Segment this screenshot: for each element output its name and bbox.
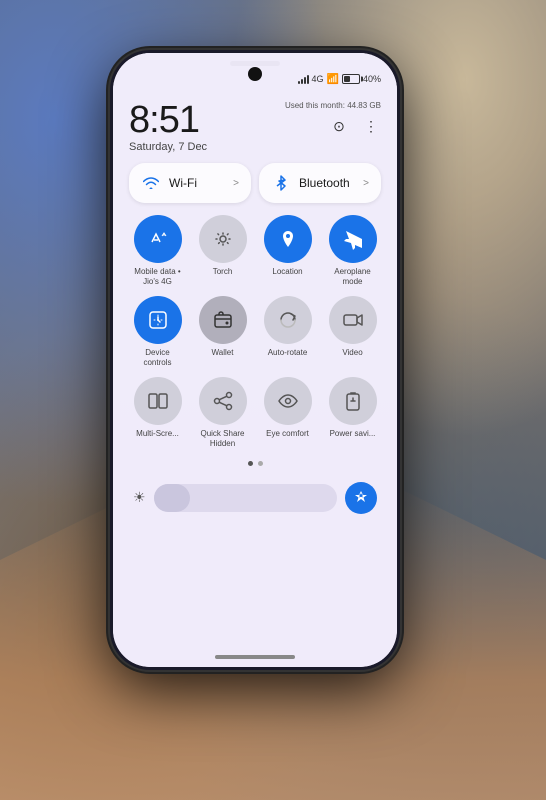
multi-screen-label: Multi-Scre... bbox=[136, 429, 179, 439]
bluetooth-label: Bluetooth bbox=[299, 176, 355, 190]
dot-2 bbox=[258, 461, 263, 466]
top-right-icons: Used this month: 44.83 GB ⊙ ⋮ bbox=[285, 101, 381, 136]
screen: 4G 📶 40% 8:51 Saturda bbox=[113, 53, 397, 667]
brightness-settings-btn[interactable] bbox=[345, 482, 377, 514]
header-icons-row: ⊙ ⋮ bbox=[329, 116, 381, 136]
battery-percent: 40% bbox=[363, 74, 381, 84]
mobile-data-control[interactable]: Mobile data •Jio's 4G bbox=[129, 215, 186, 286]
device-controls-label: Devicecontrols bbox=[143, 348, 171, 367]
quick-tiles: Wi-Fi > Bluetooth > bbox=[129, 163, 381, 203]
auto-rotate-btn[interactable] bbox=[264, 296, 312, 344]
mobile-data-btn[interactable] bbox=[134, 215, 182, 263]
phone-inner: 4G 📶 40% 8:51 Saturda bbox=[113, 53, 397, 667]
aeroplane-btn[interactable] bbox=[329, 215, 377, 263]
power-save-btn[interactable] bbox=[329, 377, 377, 425]
scene: 4G 📶 40% 8:51 Saturda bbox=[0, 0, 546, 800]
brightness-fill bbox=[154, 484, 191, 512]
eye-comfort-btn[interactable] bbox=[264, 377, 312, 425]
location-btn[interactable] bbox=[264, 215, 312, 263]
aeroplane-label: Aeroplanemode bbox=[334, 267, 370, 286]
controls-row-2: Devicecontrols Walle bbox=[129, 296, 381, 367]
brightness-low-icon: ☀ bbox=[133, 489, 146, 506]
multi-screen-btn[interactable] bbox=[134, 377, 182, 425]
device-controls-control[interactable]: Devicecontrols bbox=[129, 296, 186, 367]
auto-rotate-label: Auto-rotate bbox=[268, 348, 308, 358]
time-block: 8:51 Saturday, 7 Dec bbox=[129, 101, 207, 153]
dot-1 bbox=[248, 461, 253, 466]
wallet-label: Wallet bbox=[212, 348, 234, 358]
time-display: 8:51 bbox=[129, 101, 207, 139]
location-label: Location bbox=[272, 267, 302, 277]
aeroplane-control[interactable]: Aeroplanemode bbox=[324, 215, 381, 286]
date-display: Saturday, 7 Dec bbox=[129, 141, 207, 153]
brightness-slider[interactable] bbox=[154, 484, 337, 512]
wifi-icon bbox=[141, 173, 161, 193]
status-icons: 4G 📶 40% bbox=[298, 74, 381, 85]
wifi-label: Wi-Fi bbox=[169, 176, 225, 190]
wifi-tile[interactable]: Wi-Fi > bbox=[129, 163, 251, 203]
power-save-label: Power savi... bbox=[330, 429, 376, 439]
location-control[interactable]: Location bbox=[259, 215, 316, 286]
signal-icon bbox=[298, 74, 309, 84]
quick-share-label: Quick ShareHidden bbox=[200, 429, 244, 448]
torch-label: Torch bbox=[213, 267, 233, 277]
mobile-data-label: Mobile data •Jio's 4G bbox=[134, 267, 180, 286]
controls-row-1: Mobile data •Jio's 4G Torch bbox=[129, 215, 381, 286]
home-indicator[interactable] bbox=[215, 655, 295, 659]
bluetooth-arrow: > bbox=[363, 178, 369, 189]
device-controls-btn[interactable] bbox=[134, 296, 182, 344]
battery-icon bbox=[342, 74, 360, 84]
front-camera bbox=[248, 67, 262, 81]
camera-icon[interactable]: ⊙ bbox=[329, 116, 349, 136]
video-btn[interactable] bbox=[329, 296, 377, 344]
wifi-status-icon: 📶 bbox=[327, 74, 339, 85]
more-options-icon[interactable]: ⋮ bbox=[361, 116, 381, 136]
time-row: 8:51 Saturday, 7 Dec Used this month: 44… bbox=[129, 101, 381, 153]
quick-share-control[interactable]: Quick ShareHidden bbox=[194, 377, 251, 448]
quick-share-btn[interactable] bbox=[199, 377, 247, 425]
notification-panel: 8:51 Saturday, 7 Dec Used this month: 44… bbox=[113, 53, 397, 667]
video-label: Video bbox=[342, 348, 362, 358]
network-type-icon: 4G bbox=[312, 74, 324, 84]
wallet-btn[interactable] bbox=[199, 296, 247, 344]
data-usage: Used this month: 44.83 GB bbox=[285, 101, 381, 110]
phone-body: 4G 📶 40% 8:51 Saturda bbox=[110, 50, 400, 670]
torch-control[interactable]: Torch bbox=[194, 215, 251, 286]
video-control[interactable]: Video bbox=[324, 296, 381, 367]
page-dots bbox=[129, 461, 381, 466]
torch-btn[interactable] bbox=[199, 215, 247, 263]
eye-comfort-label: Eye comfort bbox=[266, 429, 309, 439]
controls-row-3: Multi-Scre... Quick bbox=[129, 377, 381, 448]
wallet-control[interactable]: Wallet bbox=[194, 296, 251, 367]
eye-comfort-control[interactable]: Eye comfort bbox=[259, 377, 316, 448]
bluetooth-icon bbox=[271, 173, 291, 193]
wifi-arrow: > bbox=[233, 178, 239, 189]
bluetooth-tile[interactable]: Bluetooth > bbox=[259, 163, 381, 203]
auto-rotate-control[interactable]: Auto-rotate bbox=[259, 296, 316, 367]
brightness-row[interactable]: ☀ bbox=[129, 482, 381, 514]
multi-screen-control[interactable]: Multi-Scre... bbox=[129, 377, 186, 448]
power-save-control[interactable]: Power savi... bbox=[324, 377, 381, 448]
